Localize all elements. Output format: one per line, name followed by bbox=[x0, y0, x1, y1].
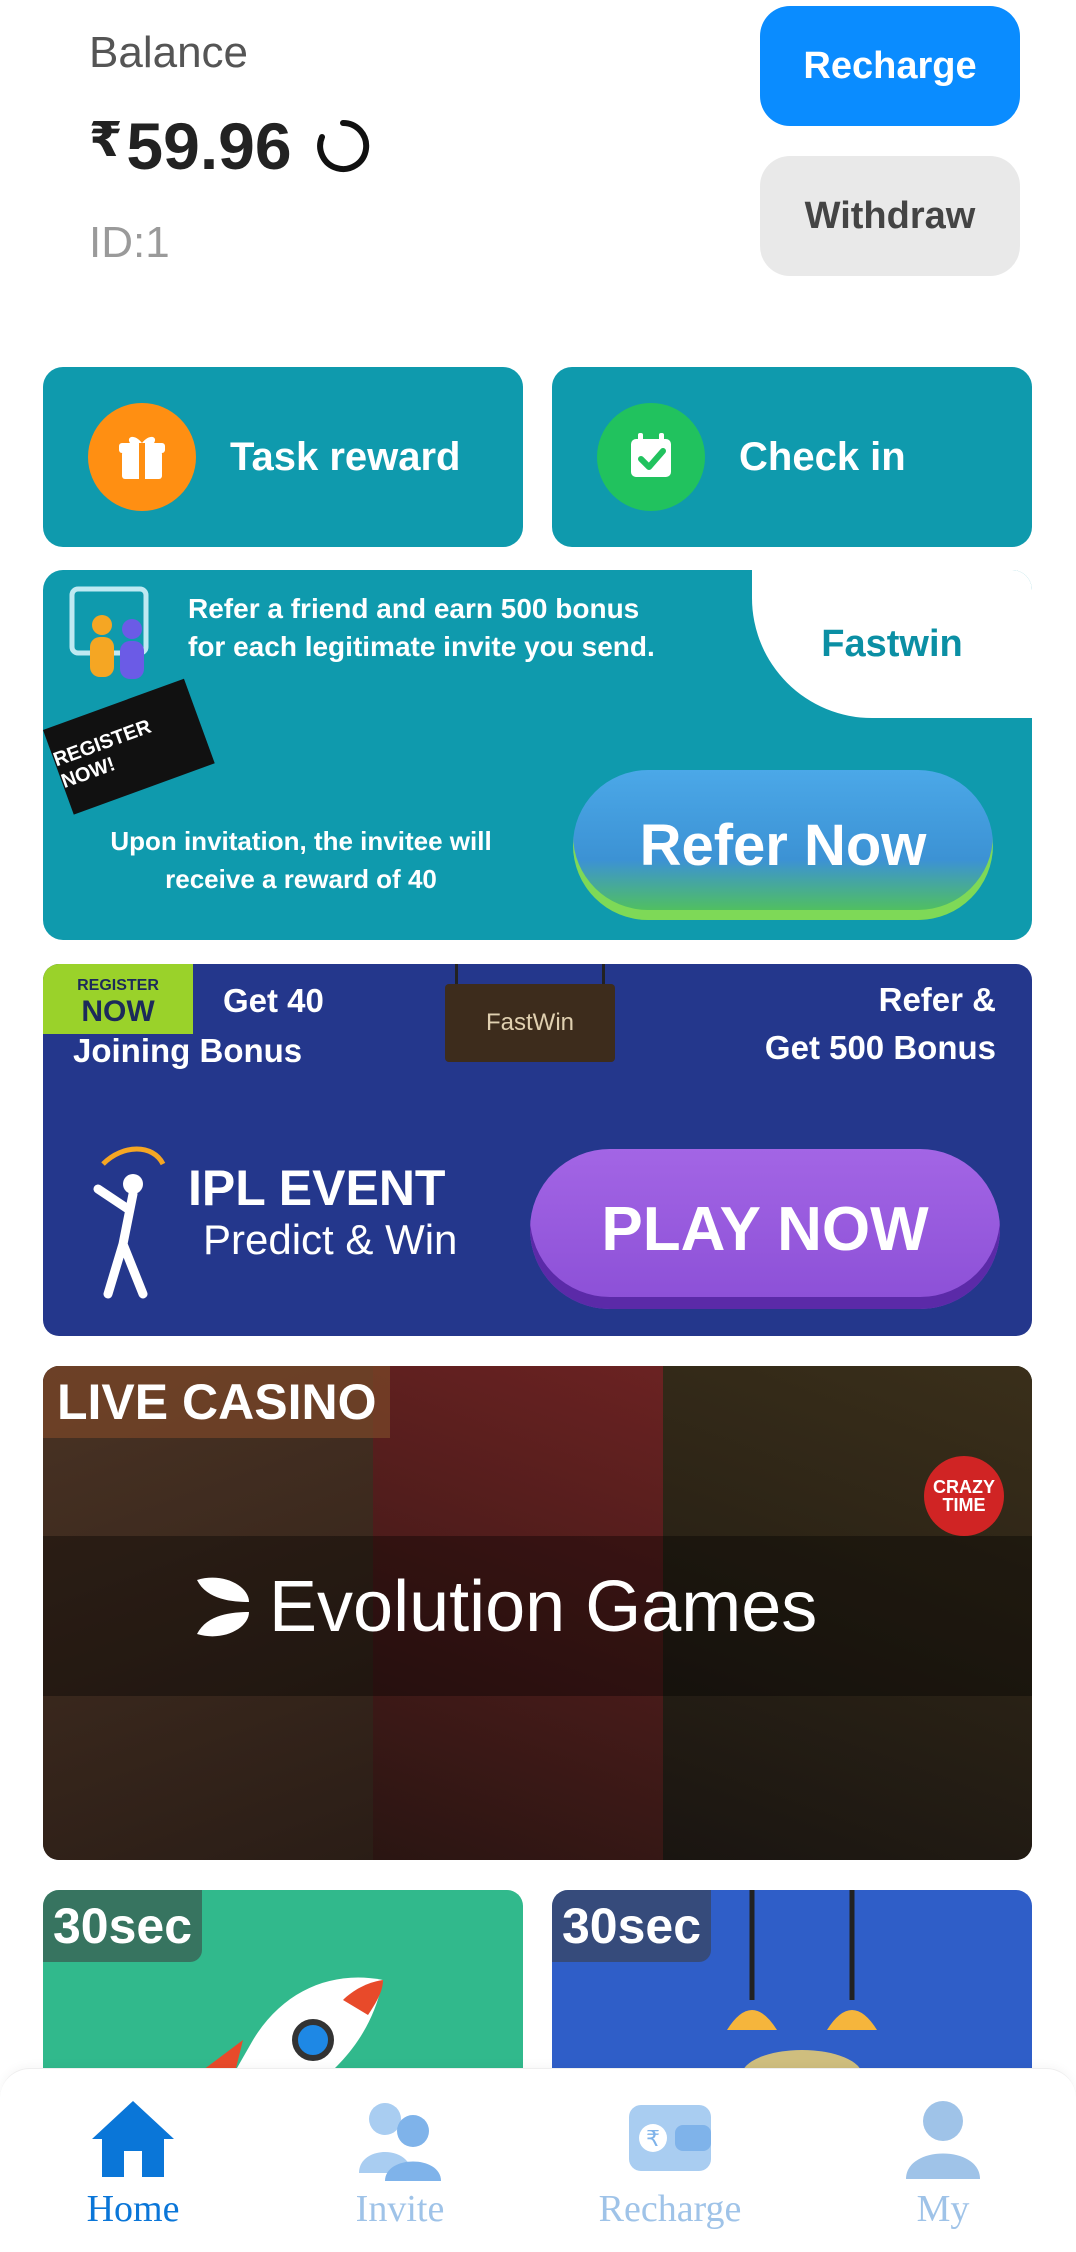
live-casino-banner[interactable]: LIVE CASINO CRAZY TIME Evolution Games bbox=[43, 1366, 1032, 1860]
balance-label: Balance bbox=[89, 28, 249, 77]
balance-amount: ₹ 59.96 bbox=[89, 108, 372, 184]
nav-home-label: Home bbox=[86, 2188, 180, 2230]
joining-line-2: Joining Bonus bbox=[73, 1032, 303, 1069]
ipl-event-banner[interactable]: REGISTER NOW Get 40 Joining Bonus FastWi… bbox=[43, 964, 1032, 1336]
refer-banner[interactable]: Refer a friend and earn 500 bonus for ea… bbox=[43, 570, 1032, 940]
evolution-logo-icon bbox=[197, 1577, 249, 1637]
refer-line-1: Refer a friend and earn 500 bonus bbox=[188, 593, 640, 624]
fastwin-sign: FastWin bbox=[445, 964, 615, 1062]
gift-icon bbox=[88, 403, 196, 511]
bottom-navigation: Home Invite ₹ Recharge My bbox=[0, 2068, 1076, 2252]
nav-invite[interactable]: Invite bbox=[300, 2095, 500, 2231]
cricketer-icon bbox=[93, 1146, 166, 1299]
game-tile-rocket[interactable]: 30sec bbox=[43, 1890, 523, 2090]
refer-bonus-text: Refer & Get 500 Bonus bbox=[765, 976, 996, 1072]
refer-line-2: for each legitimate invite you send. bbox=[188, 631, 655, 662]
crazy-time-badge: CRAZY TIME bbox=[924, 1456, 1004, 1536]
refer-now-button[interactable]: Refer Now bbox=[573, 770, 993, 920]
nav-recharge[interactable]: ₹ Recharge bbox=[570, 2095, 770, 2231]
ipl-title: IPL EVENT bbox=[188, 1160, 446, 1216]
friends-icon bbox=[69, 586, 149, 679]
nav-home[interactable]: Home bbox=[33, 2095, 233, 2231]
nav-my[interactable]: My bbox=[843, 2095, 1043, 2231]
nav-my-label: My bbox=[916, 2188, 970, 2230]
live-casino-tag: LIVE CASINO bbox=[43, 1366, 391, 1438]
evolution-games-label: Evolution Games bbox=[269, 1567, 818, 1647]
invitee-text: Upon invitation, the invitee will receiv… bbox=[81, 822, 521, 898]
check-in-tile[interactable]: Check in bbox=[552, 367, 1032, 547]
joining-bonus-text: Get 40 Joining Bonus bbox=[73, 976, 324, 1076]
fastwin-logo: Fastwin bbox=[752, 570, 1032, 718]
refer-text: Refer a friend and earn 500 bonus for ea… bbox=[188, 590, 655, 666]
recharge-button[interactable]: Recharge bbox=[760, 6, 1020, 126]
currency-symbol: ₹ bbox=[89, 114, 123, 167]
refer-bonus-line-1: Refer & bbox=[878, 981, 996, 1018]
joining-line-1: Get 40 bbox=[223, 982, 324, 1019]
user-icon bbox=[906, 2101, 980, 2179]
calendar-check-icon bbox=[597, 403, 705, 511]
register-now-tag: REGISTER NOW! bbox=[43, 678, 215, 815]
refresh-icon[interactable] bbox=[314, 117, 372, 175]
timer-badge: 30sec bbox=[552, 1890, 712, 1962]
invite-icon bbox=[359, 2103, 441, 2181]
play-now-button[interactable]: PLAY NOW bbox=[530, 1149, 1000, 1309]
withdraw-button[interactable]: Withdraw bbox=[760, 156, 1020, 276]
home-icon bbox=[92, 2101, 174, 2177]
svg-text:₹: ₹ bbox=[646, 2127, 660, 2152]
lamp-icon bbox=[727, 1890, 877, 2090]
nav-recharge-label: Recharge bbox=[598, 2188, 742, 2230]
wallet-icon: ₹ bbox=[629, 2105, 711, 2171]
timer-badge: 30sec bbox=[43, 1890, 203, 1962]
refer-bonus-line-2: Get 500 Bonus bbox=[764, 1029, 996, 1066]
invitee-line-2: receive a reward of 40 bbox=[165, 864, 437, 894]
task-reward-tile[interactable]: Task reward bbox=[43, 367, 523, 547]
balance-value: 59.96 bbox=[126, 109, 292, 183]
task-reward-label: Task reward bbox=[230, 434, 461, 479]
user-id: ID:1 bbox=[89, 218, 170, 267]
check-in-label: Check in bbox=[739, 434, 906, 479]
invitee-line-1: Upon invitation, the invitee will bbox=[110, 826, 492, 856]
ipl-subtitle: Predict & Win bbox=[203, 1216, 458, 1263]
evolution-games-brand: Evolution Games bbox=[193, 1566, 817, 1648]
nav-invite-label: Invite bbox=[355, 2188, 445, 2230]
game-tile-lamp[interactable]: 30sec bbox=[552, 1890, 1032, 2090]
